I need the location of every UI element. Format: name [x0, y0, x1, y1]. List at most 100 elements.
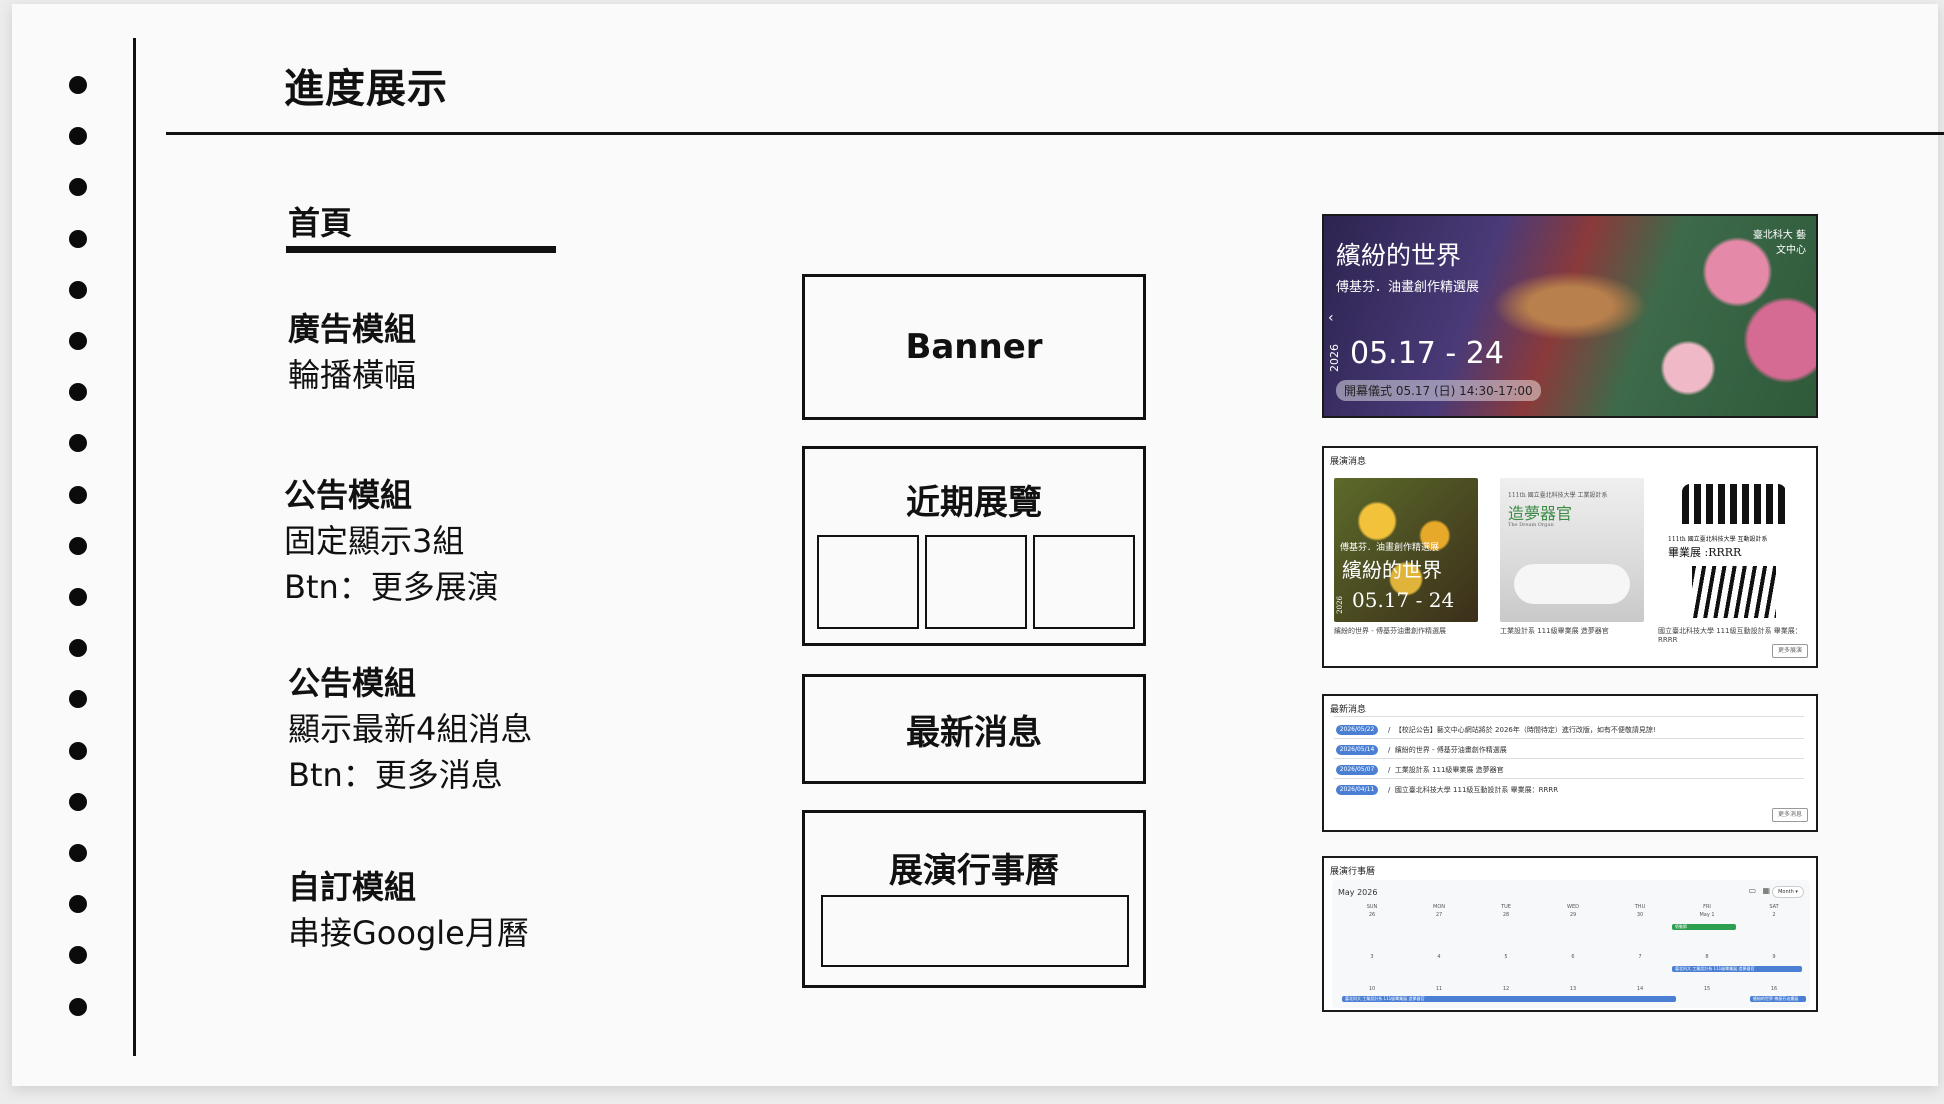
calendar-date[interactable]: 12 — [1476, 986, 1536, 992]
chevron-left-icon[interactable]: ‹ — [1328, 310, 1334, 326]
calendar-date[interactable]: 6 — [1543, 954, 1603, 960]
exhibition-card[interactable]: 111th 國立臺北科技大學 工業設計系 造夢器官 The Dream Orga… — [1500, 478, 1644, 622]
news-item[interactable]: 2026/04/11/ 國立臺北科技大學 111級互動設計系 畢業展：RRRR — [1336, 784, 1558, 796]
bullet-dot — [69, 895, 87, 914]
preview-banner: 繽紛的世界 傅基芬．油畫創作精選展 ‹ 2026 05.17 - 24 開幕儀式… — [1322, 214, 1818, 418]
calendar-date[interactable]: 4 — [1409, 954, 1469, 960]
calendar-date[interactable]: 9 — [1744, 954, 1804, 960]
calendar-date[interactable]: 2 — [1744, 912, 1804, 918]
calendar-date[interactable]: May 1 — [1677, 912, 1737, 918]
bullet-dot — [69, 127, 87, 146]
calendar-date[interactable]: 26 — [1342, 912, 1402, 918]
card-caption: 國立臺北科技大學 111級互動設計系 畢業展：RRRR — [1658, 627, 1802, 644]
banner-subtitle: 傅基芬．油畫創作精選展 — [1336, 280, 1480, 295]
more-news-button[interactable]: 更多消息 — [1772, 808, 1808, 822]
card-title: 造夢器官 — [1508, 504, 1573, 523]
card-illustration — [1692, 566, 1776, 618]
news-item[interactable]: 2026/05/07/ 工業設計系 111級畢業展 造夢器官 — [1336, 764, 1504, 776]
calendar-day-name: MON — [1433, 904, 1445, 910]
calendar-date[interactable]: 28 — [1476, 912, 1536, 918]
calendar-date[interactable]: 10 — [1342, 986, 1402, 992]
card-title: 繽紛的世界 — [1342, 558, 1442, 582]
news-item[interactable]: 2026/05/22/ 【校記公告】藝文中心網站將於 2026年（時間待定）進行… — [1336, 724, 1656, 736]
bullet-dot — [69, 741, 87, 760]
title-underline — [166, 132, 1944, 135]
module-notice-line: 固定顯示3組 — [284, 522, 465, 560]
divider — [1334, 758, 1804, 759]
calendar-date[interactable]: 7 — [1610, 954, 1670, 960]
news-heading: 最新消息 — [1330, 705, 1367, 715]
exhibition-card[interactable]: 111th 國立臺北科技大學 互動設計系 畢業展 :RRRR — [1664, 478, 1808, 622]
calendar-date[interactable]: 11 — [1409, 986, 1469, 992]
print-icon[interactable]: ▭ — [1748, 886, 1756, 895]
wireframe-card — [1033, 535, 1135, 629]
bullet-dot — [69, 434, 87, 453]
module-news-line: 顯示最新4組消息 — [288, 710, 533, 748]
calendar-day-name: SUN — [1366, 904, 1378, 910]
calendar-event[interactable]: 勞動節 — [1672, 924, 1736, 930]
card-subtitle: 111th 國立臺北科技大學 工業設計系 — [1508, 492, 1608, 499]
module-custom-title: 自訂模組 — [288, 868, 417, 906]
wireframe-exhibitions: 近期展覽 — [802, 446, 1146, 646]
bullet-dot — [69, 178, 87, 197]
view-select[interactable]: Month ▾ — [1772, 886, 1804, 898]
bullet-dot — [69, 997, 87, 1016]
banner-opening: 開幕儀式 05.17 (日) 14:30-17:00 — [1336, 380, 1541, 401]
preview-calendar: 展演行事曆 May 2026 ▭ ▦ Month ▾ SUN MON TUE WED T… — [1322, 856, 1818, 1012]
wireframe-calendar-area — [821, 895, 1129, 967]
bullet-dot — [69, 844, 87, 862]
bullet-dot — [69, 536, 87, 555]
card-en-title: The Dream Organ — [1508, 522, 1554, 528]
calendar-embed[interactable]: May 2026 ▭ ▦ Month ▾ SUN MON TUE WED THU FRI S… — [1332, 880, 1810, 1008]
module-custom-line: 串接Google月曆 — [288, 914, 529, 952]
module-news-line: Btn：更多消息 — [288, 756, 503, 794]
news-text: 國立臺北科技大學 111級互動設計系 畢業展：RRRR — [1394, 786, 1559, 794]
divider — [1334, 738, 1804, 739]
banner-year: 2026 — [1328, 344, 1341, 372]
wireframe-banner: Banner — [802, 274, 1146, 420]
bullet-dot — [69, 588, 87, 606]
news-text: 繽紛的世界 - 傅基芬油畫創作精選展 — [1394, 746, 1507, 754]
calendar-date[interactable]: 8 — [1677, 954, 1737, 960]
vertical-divider — [133, 38, 136, 1056]
bullet-dot — [69, 229, 87, 248]
news-date: 2026/05/22 — [1336, 725, 1378, 735]
bullet-dot — [69, 332, 87, 350]
calendar-date[interactable]: 13 — [1543, 986, 1603, 992]
news-date: 2026/04/11 — [1336, 785, 1378, 795]
bullet-dot — [69, 639, 87, 658]
calendar-event[interactable]: 繽紛的世界 傅基芬油畫展 — [1750, 996, 1806, 1002]
bullet-dot — [69, 690, 87, 709]
bullet-dot — [69, 76, 87, 94]
calendar-date[interactable]: 27 — [1409, 912, 1469, 918]
module-ad-line: 輪播橫幅 — [288, 356, 417, 394]
bullet-dot — [69, 280, 87, 299]
wireframe-calendar-label: 展演行事曆 — [889, 851, 1059, 891]
calendar-date[interactable]: 30 — [1610, 912, 1670, 918]
banner-date: 05.17 - 24 — [1350, 336, 1504, 371]
more-exhibitions-button[interactable]: 更多展演 — [1772, 644, 1808, 658]
calendar-event[interactable]: 臺北科大 工業設計系 111級畢業展 造夢器官 — [1342, 996, 1676, 1002]
calendar-day-name: TUE — [1501, 904, 1511, 910]
calendar-day-name: FRI — [1703, 904, 1711, 910]
calendar-date[interactable]: 16 — [1744, 986, 1804, 992]
calendar-date[interactable]: 29 — [1543, 912, 1603, 918]
module-notice-title: 公告模組 — [284, 476, 413, 514]
calendar-date[interactable]: 5 — [1476, 954, 1536, 960]
calendar-event[interactable]: 臺北科大 工業設計系 111級畢業展 造夢器官 — [1672, 966, 1802, 972]
bullet-dot — [69, 485, 87, 504]
view-select-label: Month — [1778, 889, 1794, 895]
bullet-dot — [69, 946, 87, 965]
card-subtitle: 傅基芬．油畫創作精選展 — [1340, 543, 1440, 553]
news-item[interactable]: 2026/05/14/ 繽紛的世界 - 傅基芬油畫創作精選展 — [1336, 744, 1507, 756]
calendar-icon[interactable]: ▦ — [1762, 886, 1770, 895]
calendar-date[interactable]: 14 — [1610, 986, 1670, 992]
page-title: 進度展示 — [284, 66, 448, 112]
module-news-title: 公告模組 — [288, 664, 417, 702]
exhibition-card[interactable]: 傅基芬．油畫創作精選展 繽紛的世界 2026 05.17 - 24 — [1334, 478, 1478, 622]
calendar-date[interactable]: 15 — [1677, 986, 1737, 992]
calendar-date[interactable]: 3 — [1342, 954, 1402, 960]
module-ad-title: 廣告模組 — [288, 310, 417, 348]
card-title: 畢業展 :RRRR — [1668, 546, 1742, 559]
section-title: 首頁 — [288, 204, 353, 242]
